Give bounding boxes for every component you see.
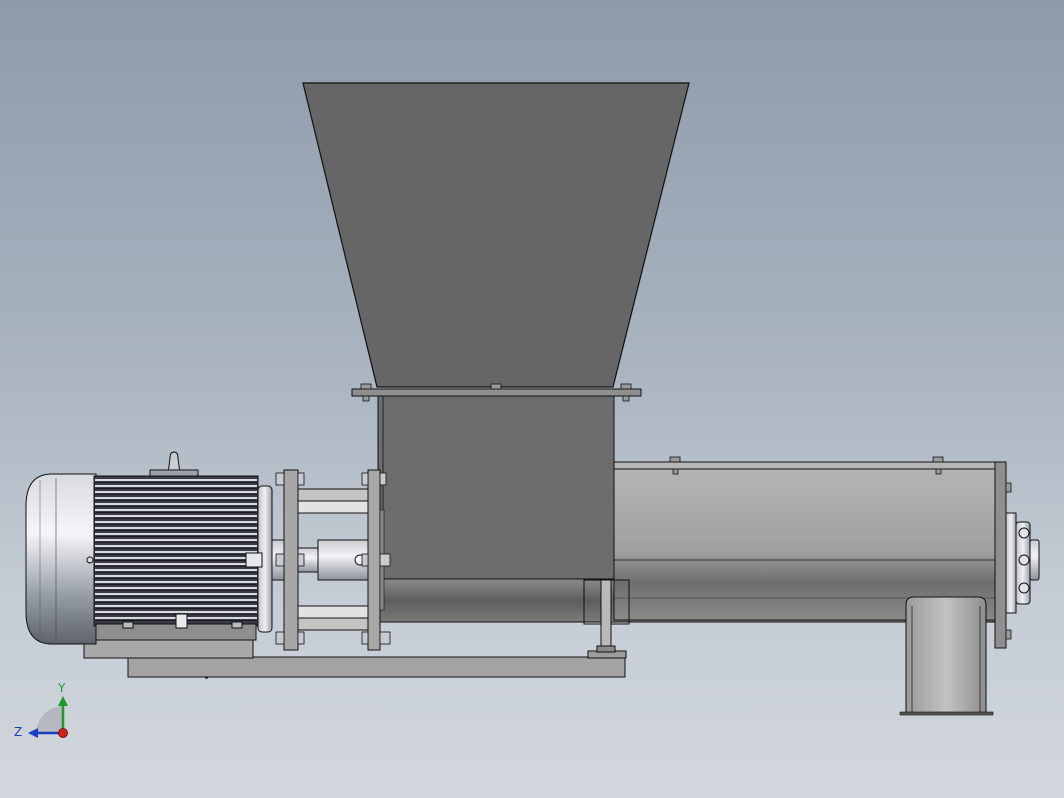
screw-trough[interactable]: [613, 456, 1006, 621]
motor-end-cap: [25, 473, 97, 645]
base-frame[interactable]: [83, 639, 627, 679]
discharge-outlet[interactable]: [899, 596, 994, 716]
y-axis-label: Y: [57, 681, 66, 695]
hopper-neck[interactable]: [377, 395, 615, 581]
x-axis-dot: [58, 728, 68, 738]
discharge-end-plate[interactable]: [994, 461, 1040, 649]
end-bearing: [1005, 512, 1040, 614]
z-axis-label: Z: [14, 725, 22, 739]
hopper[interactable]: [302, 82, 690, 402]
electric-motor[interactable]: [25, 451, 273, 645]
coordinate-triad: Y Z: [14, 681, 68, 739]
cad-viewport[interactable]: Y Z: [0, 0, 1064, 798]
